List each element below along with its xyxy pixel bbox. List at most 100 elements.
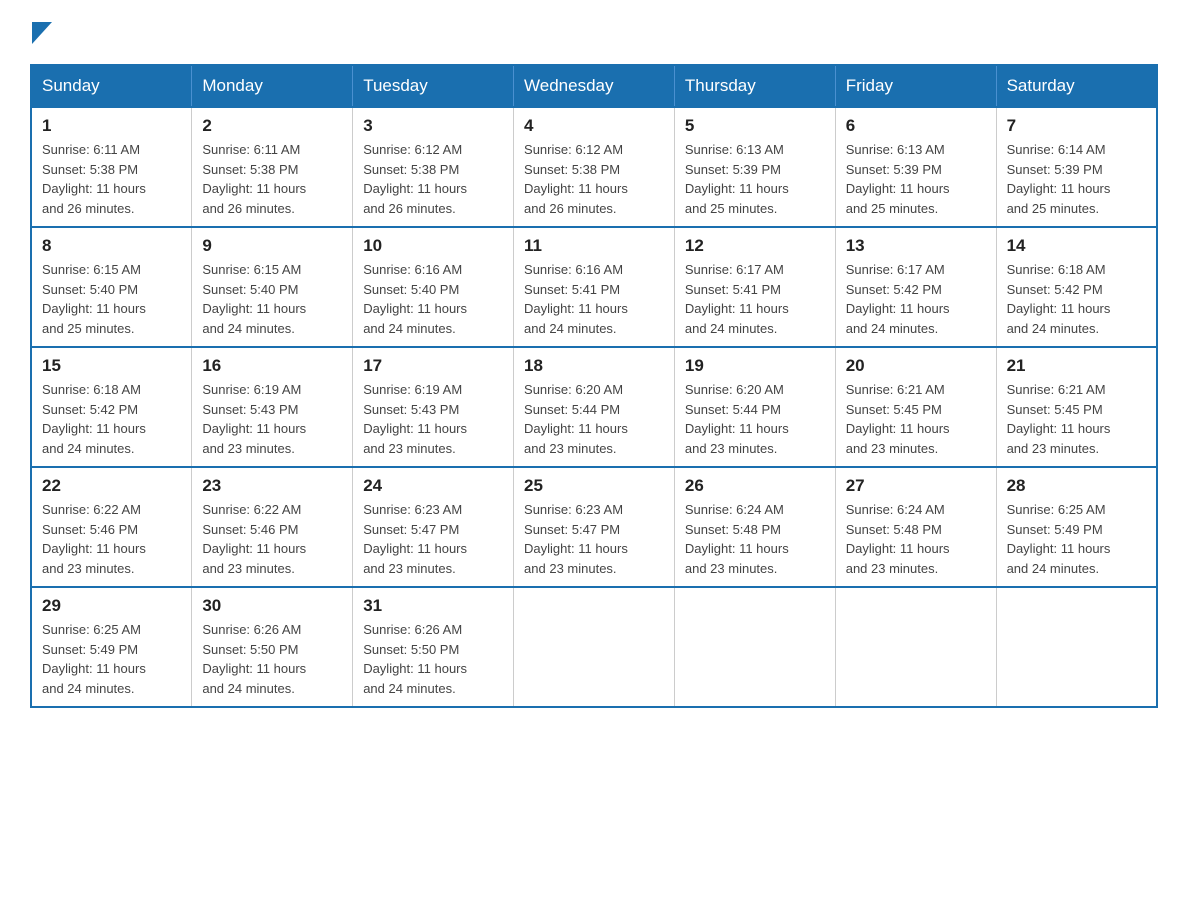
day-header-wednesday: Wednesday <box>514 65 675 107</box>
day-info: Sunrise: 6:21 AM Sunset: 5:45 PM Dayligh… <box>1007 380 1146 458</box>
day-header-tuesday: Tuesday <box>353 65 514 107</box>
calendar-cell: 27 Sunrise: 6:24 AM Sunset: 5:48 PM Dayl… <box>835 467 996 587</box>
day-info: Sunrise: 6:23 AM Sunset: 5:47 PM Dayligh… <box>524 500 664 578</box>
day-number: 27 <box>846 476 986 496</box>
day-number: 19 <box>685 356 825 376</box>
day-number: 22 <box>42 476 181 496</box>
day-header-sunday: Sunday <box>31 65 192 107</box>
calendar-cell: 19 Sunrise: 6:20 AM Sunset: 5:44 PM Dayl… <box>674 347 835 467</box>
calendar-body: 1 Sunrise: 6:11 AM Sunset: 5:38 PM Dayli… <box>31 107 1157 707</box>
calendar-cell: 31 Sunrise: 6:26 AM Sunset: 5:50 PM Dayl… <box>353 587 514 707</box>
calendar-cell: 1 Sunrise: 6:11 AM Sunset: 5:38 PM Dayli… <box>31 107 192 227</box>
calendar-cell: 13 Sunrise: 6:17 AM Sunset: 5:42 PM Dayl… <box>835 227 996 347</box>
calendar-cell: 14 Sunrise: 6:18 AM Sunset: 5:42 PM Dayl… <box>996 227 1157 347</box>
calendar-cell: 5 Sunrise: 6:13 AM Sunset: 5:39 PM Dayli… <box>674 107 835 227</box>
day-info: Sunrise: 6:18 AM Sunset: 5:42 PM Dayligh… <box>42 380 181 458</box>
day-number: 12 <box>685 236 825 256</box>
calendar-cell: 24 Sunrise: 6:23 AM Sunset: 5:47 PM Dayl… <box>353 467 514 587</box>
calendar-cell: 17 Sunrise: 6:19 AM Sunset: 5:43 PM Dayl… <box>353 347 514 467</box>
day-number: 7 <box>1007 116 1146 136</box>
calendar-cell <box>674 587 835 707</box>
day-number: 10 <box>363 236 503 256</box>
day-number: 23 <box>202 476 342 496</box>
day-info: Sunrise: 6:20 AM Sunset: 5:44 PM Dayligh… <box>524 380 664 458</box>
calendar-cell <box>996 587 1157 707</box>
calendar-cell: 3 Sunrise: 6:12 AM Sunset: 5:38 PM Dayli… <box>353 107 514 227</box>
day-number: 24 <box>363 476 503 496</box>
week-row-2: 8 Sunrise: 6:15 AM Sunset: 5:40 PM Dayli… <box>31 227 1157 347</box>
calendar-cell: 7 Sunrise: 6:14 AM Sunset: 5:39 PM Dayli… <box>996 107 1157 227</box>
day-info: Sunrise: 6:24 AM Sunset: 5:48 PM Dayligh… <box>846 500 986 578</box>
calendar-table: SundayMondayTuesdayWednesdayThursdayFrid… <box>30 64 1158 708</box>
week-row-1: 1 Sunrise: 6:11 AM Sunset: 5:38 PM Dayli… <box>31 107 1157 227</box>
day-info: Sunrise: 6:17 AM Sunset: 5:42 PM Dayligh… <box>846 260 986 338</box>
calendar-cell: 12 Sunrise: 6:17 AM Sunset: 5:41 PM Dayl… <box>674 227 835 347</box>
day-number: 29 <box>42 596 181 616</box>
day-number: 14 <box>1007 236 1146 256</box>
day-header-saturday: Saturday <box>996 65 1157 107</box>
calendar-cell: 4 Sunrise: 6:12 AM Sunset: 5:38 PM Dayli… <box>514 107 675 227</box>
day-info: Sunrise: 6:16 AM Sunset: 5:41 PM Dayligh… <box>524 260 664 338</box>
day-number: 3 <box>363 116 503 136</box>
calendar-cell: 23 Sunrise: 6:22 AM Sunset: 5:46 PM Dayl… <box>192 467 353 587</box>
day-number: 18 <box>524 356 664 376</box>
day-info: Sunrise: 6:26 AM Sunset: 5:50 PM Dayligh… <box>363 620 503 698</box>
calendar-cell: 26 Sunrise: 6:24 AM Sunset: 5:48 PM Dayl… <box>674 467 835 587</box>
calendar-cell: 22 Sunrise: 6:22 AM Sunset: 5:46 PM Dayl… <box>31 467 192 587</box>
day-number: 25 <box>524 476 664 496</box>
calendar-cell: 11 Sunrise: 6:16 AM Sunset: 5:41 PM Dayl… <box>514 227 675 347</box>
calendar-cell <box>514 587 675 707</box>
day-number: 1 <box>42 116 181 136</box>
calendar-cell: 29 Sunrise: 6:25 AM Sunset: 5:49 PM Dayl… <box>31 587 192 707</box>
day-info: Sunrise: 6:23 AM Sunset: 5:47 PM Dayligh… <box>363 500 503 578</box>
day-number: 2 <box>202 116 342 136</box>
day-header-monday: Monday <box>192 65 353 107</box>
day-info: Sunrise: 6:13 AM Sunset: 5:39 PM Dayligh… <box>685 140 825 218</box>
day-number: 5 <box>685 116 825 136</box>
day-number: 11 <box>524 236 664 256</box>
day-info: Sunrise: 6:15 AM Sunset: 5:40 PM Dayligh… <box>42 260 181 338</box>
day-number: 20 <box>846 356 986 376</box>
day-info: Sunrise: 6:25 AM Sunset: 5:49 PM Dayligh… <box>1007 500 1146 578</box>
day-info: Sunrise: 6:22 AM Sunset: 5:46 PM Dayligh… <box>202 500 342 578</box>
day-number: 8 <box>42 236 181 256</box>
page-header <box>30 20 1158 44</box>
calendar-cell: 21 Sunrise: 6:21 AM Sunset: 5:45 PM Dayl… <box>996 347 1157 467</box>
day-number: 9 <box>202 236 342 256</box>
calendar-header: SundayMondayTuesdayWednesdayThursdayFrid… <box>31 65 1157 107</box>
day-info: Sunrise: 6:20 AM Sunset: 5:44 PM Dayligh… <box>685 380 825 458</box>
day-number: 31 <box>363 596 503 616</box>
day-info: Sunrise: 6:22 AM Sunset: 5:46 PM Dayligh… <box>42 500 181 578</box>
calendar-cell: 18 Sunrise: 6:20 AM Sunset: 5:44 PM Dayl… <box>514 347 675 467</box>
day-info: Sunrise: 6:12 AM Sunset: 5:38 PM Dayligh… <box>524 140 664 218</box>
day-info: Sunrise: 6:13 AM Sunset: 5:39 PM Dayligh… <box>846 140 986 218</box>
day-number: 30 <box>202 596 342 616</box>
day-info: Sunrise: 6:11 AM Sunset: 5:38 PM Dayligh… <box>202 140 342 218</box>
day-info: Sunrise: 6:21 AM Sunset: 5:45 PM Dayligh… <box>846 380 986 458</box>
logo-triangle-icon <box>32 22 52 44</box>
day-header-friday: Friday <box>835 65 996 107</box>
day-info: Sunrise: 6:19 AM Sunset: 5:43 PM Dayligh… <box>363 380 503 458</box>
week-row-3: 15 Sunrise: 6:18 AM Sunset: 5:42 PM Dayl… <box>31 347 1157 467</box>
calendar-cell: 30 Sunrise: 6:26 AM Sunset: 5:50 PM Dayl… <box>192 587 353 707</box>
week-row-4: 22 Sunrise: 6:22 AM Sunset: 5:46 PM Dayl… <box>31 467 1157 587</box>
week-row-5: 29 Sunrise: 6:25 AM Sunset: 5:49 PM Dayl… <box>31 587 1157 707</box>
day-header-thursday: Thursday <box>674 65 835 107</box>
day-info: Sunrise: 6:16 AM Sunset: 5:40 PM Dayligh… <box>363 260 503 338</box>
calendar-cell: 2 Sunrise: 6:11 AM Sunset: 5:38 PM Dayli… <box>192 107 353 227</box>
day-info: Sunrise: 6:15 AM Sunset: 5:40 PM Dayligh… <box>202 260 342 338</box>
day-info: Sunrise: 6:18 AM Sunset: 5:42 PM Dayligh… <box>1007 260 1146 338</box>
day-number: 28 <box>1007 476 1146 496</box>
day-number: 15 <box>42 356 181 376</box>
calendar-cell <box>835 587 996 707</box>
day-info: Sunrise: 6:19 AM Sunset: 5:43 PM Dayligh… <box>202 380 342 458</box>
day-info: Sunrise: 6:14 AM Sunset: 5:39 PM Dayligh… <box>1007 140 1146 218</box>
day-number: 6 <box>846 116 986 136</box>
day-info: Sunrise: 6:24 AM Sunset: 5:48 PM Dayligh… <box>685 500 825 578</box>
calendar-cell: 20 Sunrise: 6:21 AM Sunset: 5:45 PM Dayl… <box>835 347 996 467</box>
calendar-cell: 10 Sunrise: 6:16 AM Sunset: 5:40 PM Dayl… <box>353 227 514 347</box>
calendar-cell: 16 Sunrise: 6:19 AM Sunset: 5:43 PM Dayl… <box>192 347 353 467</box>
calendar-cell: 28 Sunrise: 6:25 AM Sunset: 5:49 PM Dayl… <box>996 467 1157 587</box>
day-info: Sunrise: 6:26 AM Sunset: 5:50 PM Dayligh… <box>202 620 342 698</box>
day-number: 16 <box>202 356 342 376</box>
